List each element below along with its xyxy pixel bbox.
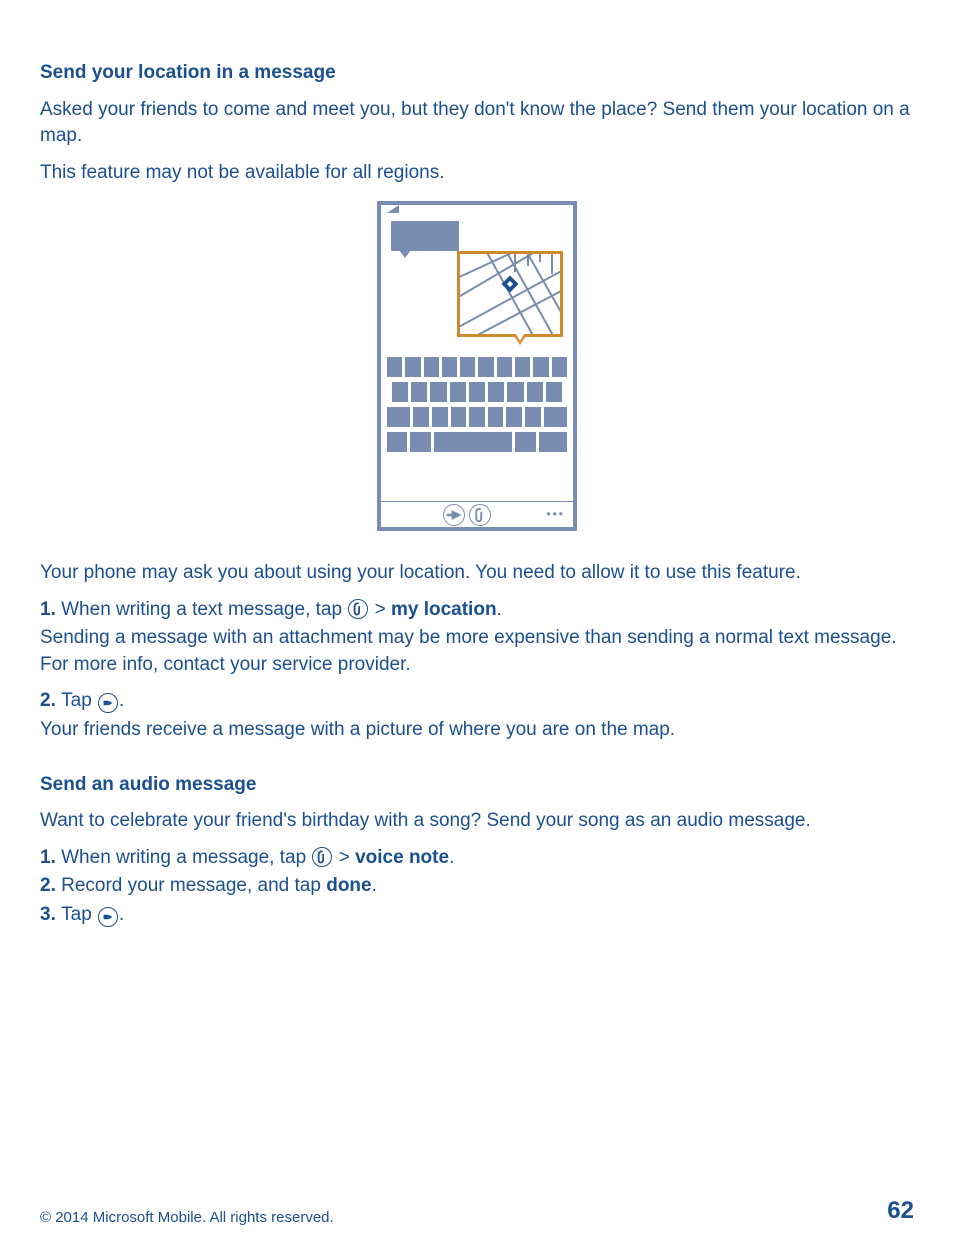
step-bold: done — [326, 875, 371, 896]
step-text: 1. When writing a text message, tap > my… — [40, 597, 914, 624]
step-part: Record your message, and tap — [61, 875, 326, 896]
step-part: When writing a message, tap — [61, 847, 311, 868]
step-text: 2. Tap . — [40, 688, 914, 715]
section-heading: Send an audio message — [40, 772, 914, 799]
body-text: Your phone may ask you about using your … — [40, 560, 914, 587]
page-footer: © 2014 Microsoft Mobile. All rights rese… — [40, 1194, 914, 1228]
send-icon — [98, 907, 118, 927]
keyboard — [381, 357, 573, 499]
step-number: 1. — [40, 847, 61, 868]
more-dots-icon: ••• — [546, 506, 567, 523]
step-number: 2. — [40, 690, 61, 711]
step-bold: voice note — [355, 847, 449, 868]
step-part: . — [372, 875, 377, 896]
step-text: 2. Record your message, and tap done. — [40, 873, 914, 900]
section-heading: Send your location in a message — [40, 60, 914, 87]
step-part: . — [497, 599, 502, 620]
attach-icon — [469, 504, 491, 526]
message-bubble — [391, 221, 459, 251]
body-text: Your friends receive a message with a pi… — [40, 717, 914, 744]
step-part: Tap — [61, 690, 97, 711]
step-bold: my location — [391, 599, 497, 620]
body-text: This feature may not be available for al… — [40, 160, 914, 187]
step-part: . — [119, 690, 124, 711]
attach-icon — [312, 847, 332, 867]
send-icon — [98, 693, 118, 713]
body-text: Sending a message with an attachment may… — [40, 625, 914, 678]
step-number: 2. — [40, 875, 61, 896]
body-text: Want to celebrate your friend's birthday… — [40, 808, 914, 835]
step-number: 3. — [40, 904, 61, 925]
phone-mockup: ••• — [377, 201, 577, 531]
map-thumbnail — [457, 251, 563, 337]
illustration: ••• — [40, 201, 914, 540]
step-part: > — [333, 847, 355, 868]
step-part: Tap — [61, 904, 97, 925]
copyright-text: © 2014 Microsoft Mobile. All rights rese… — [40, 1207, 334, 1228]
step-part: . — [449, 847, 454, 868]
step-number: 1. — [40, 599, 61, 620]
step-part: . — [119, 904, 124, 925]
attach-icon — [348, 599, 368, 619]
send-icon — [443, 504, 465, 526]
step-text: 3. Tap . — [40, 902, 914, 929]
body-text: Asked your friends to come and meet you,… — [40, 97, 914, 150]
step-part: When writing a text message, tap — [61, 599, 347, 620]
step-text: 1. When writing a message, tap > voice n… — [40, 845, 914, 872]
status-bar — [381, 205, 573, 213]
app-bar: ••• — [381, 501, 573, 527]
page-number: 62 — [887, 1194, 914, 1228]
step-part: > — [369, 599, 391, 620]
